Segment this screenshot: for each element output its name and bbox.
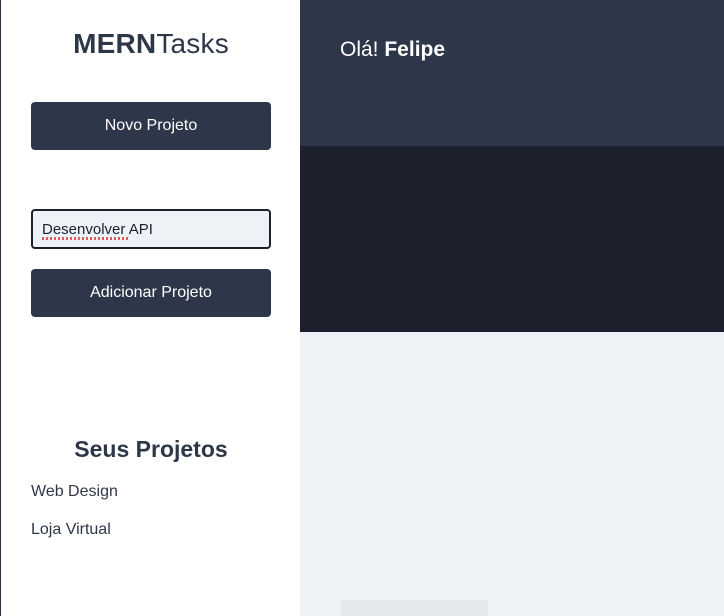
projects-section-title: Seus Projetos xyxy=(74,436,228,463)
new-project-button[interactable]: Novo Projeto xyxy=(31,102,271,150)
spellcheck-underline xyxy=(42,237,128,240)
logo-light-text: Tasks xyxy=(156,28,229,59)
logo-bold-text: MERN xyxy=(73,28,157,59)
sidebar: MERNTasks Novo Projeto Adicionar Projeto… xyxy=(0,0,300,616)
main-area: Olá! Felipe xyxy=(300,0,724,616)
greeting-prefix: Olá! xyxy=(340,38,385,61)
greeting: Olá! Felipe xyxy=(340,38,445,62)
project-name-input[interactable] xyxy=(33,211,269,247)
project-list: Web Design Loja Virtual xyxy=(31,481,118,557)
top-header: Olá! Felipe xyxy=(300,0,724,146)
project-item-web-design[interactable]: Web Design xyxy=(31,481,118,519)
placeholder-block xyxy=(341,600,488,616)
dark-band xyxy=(300,146,724,332)
project-item-loja-virtual[interactable]: Loja Virtual xyxy=(31,519,118,557)
add-project-button[interactable]: Adicionar Projeto xyxy=(31,269,271,317)
app-logo: MERNTasks xyxy=(1,28,301,60)
app: MERNTasks Novo Projeto Adicionar Projeto… xyxy=(0,0,724,616)
project-name-field-wrapper xyxy=(31,209,271,249)
user-name: Felipe xyxy=(384,38,446,61)
content-area xyxy=(300,332,724,616)
